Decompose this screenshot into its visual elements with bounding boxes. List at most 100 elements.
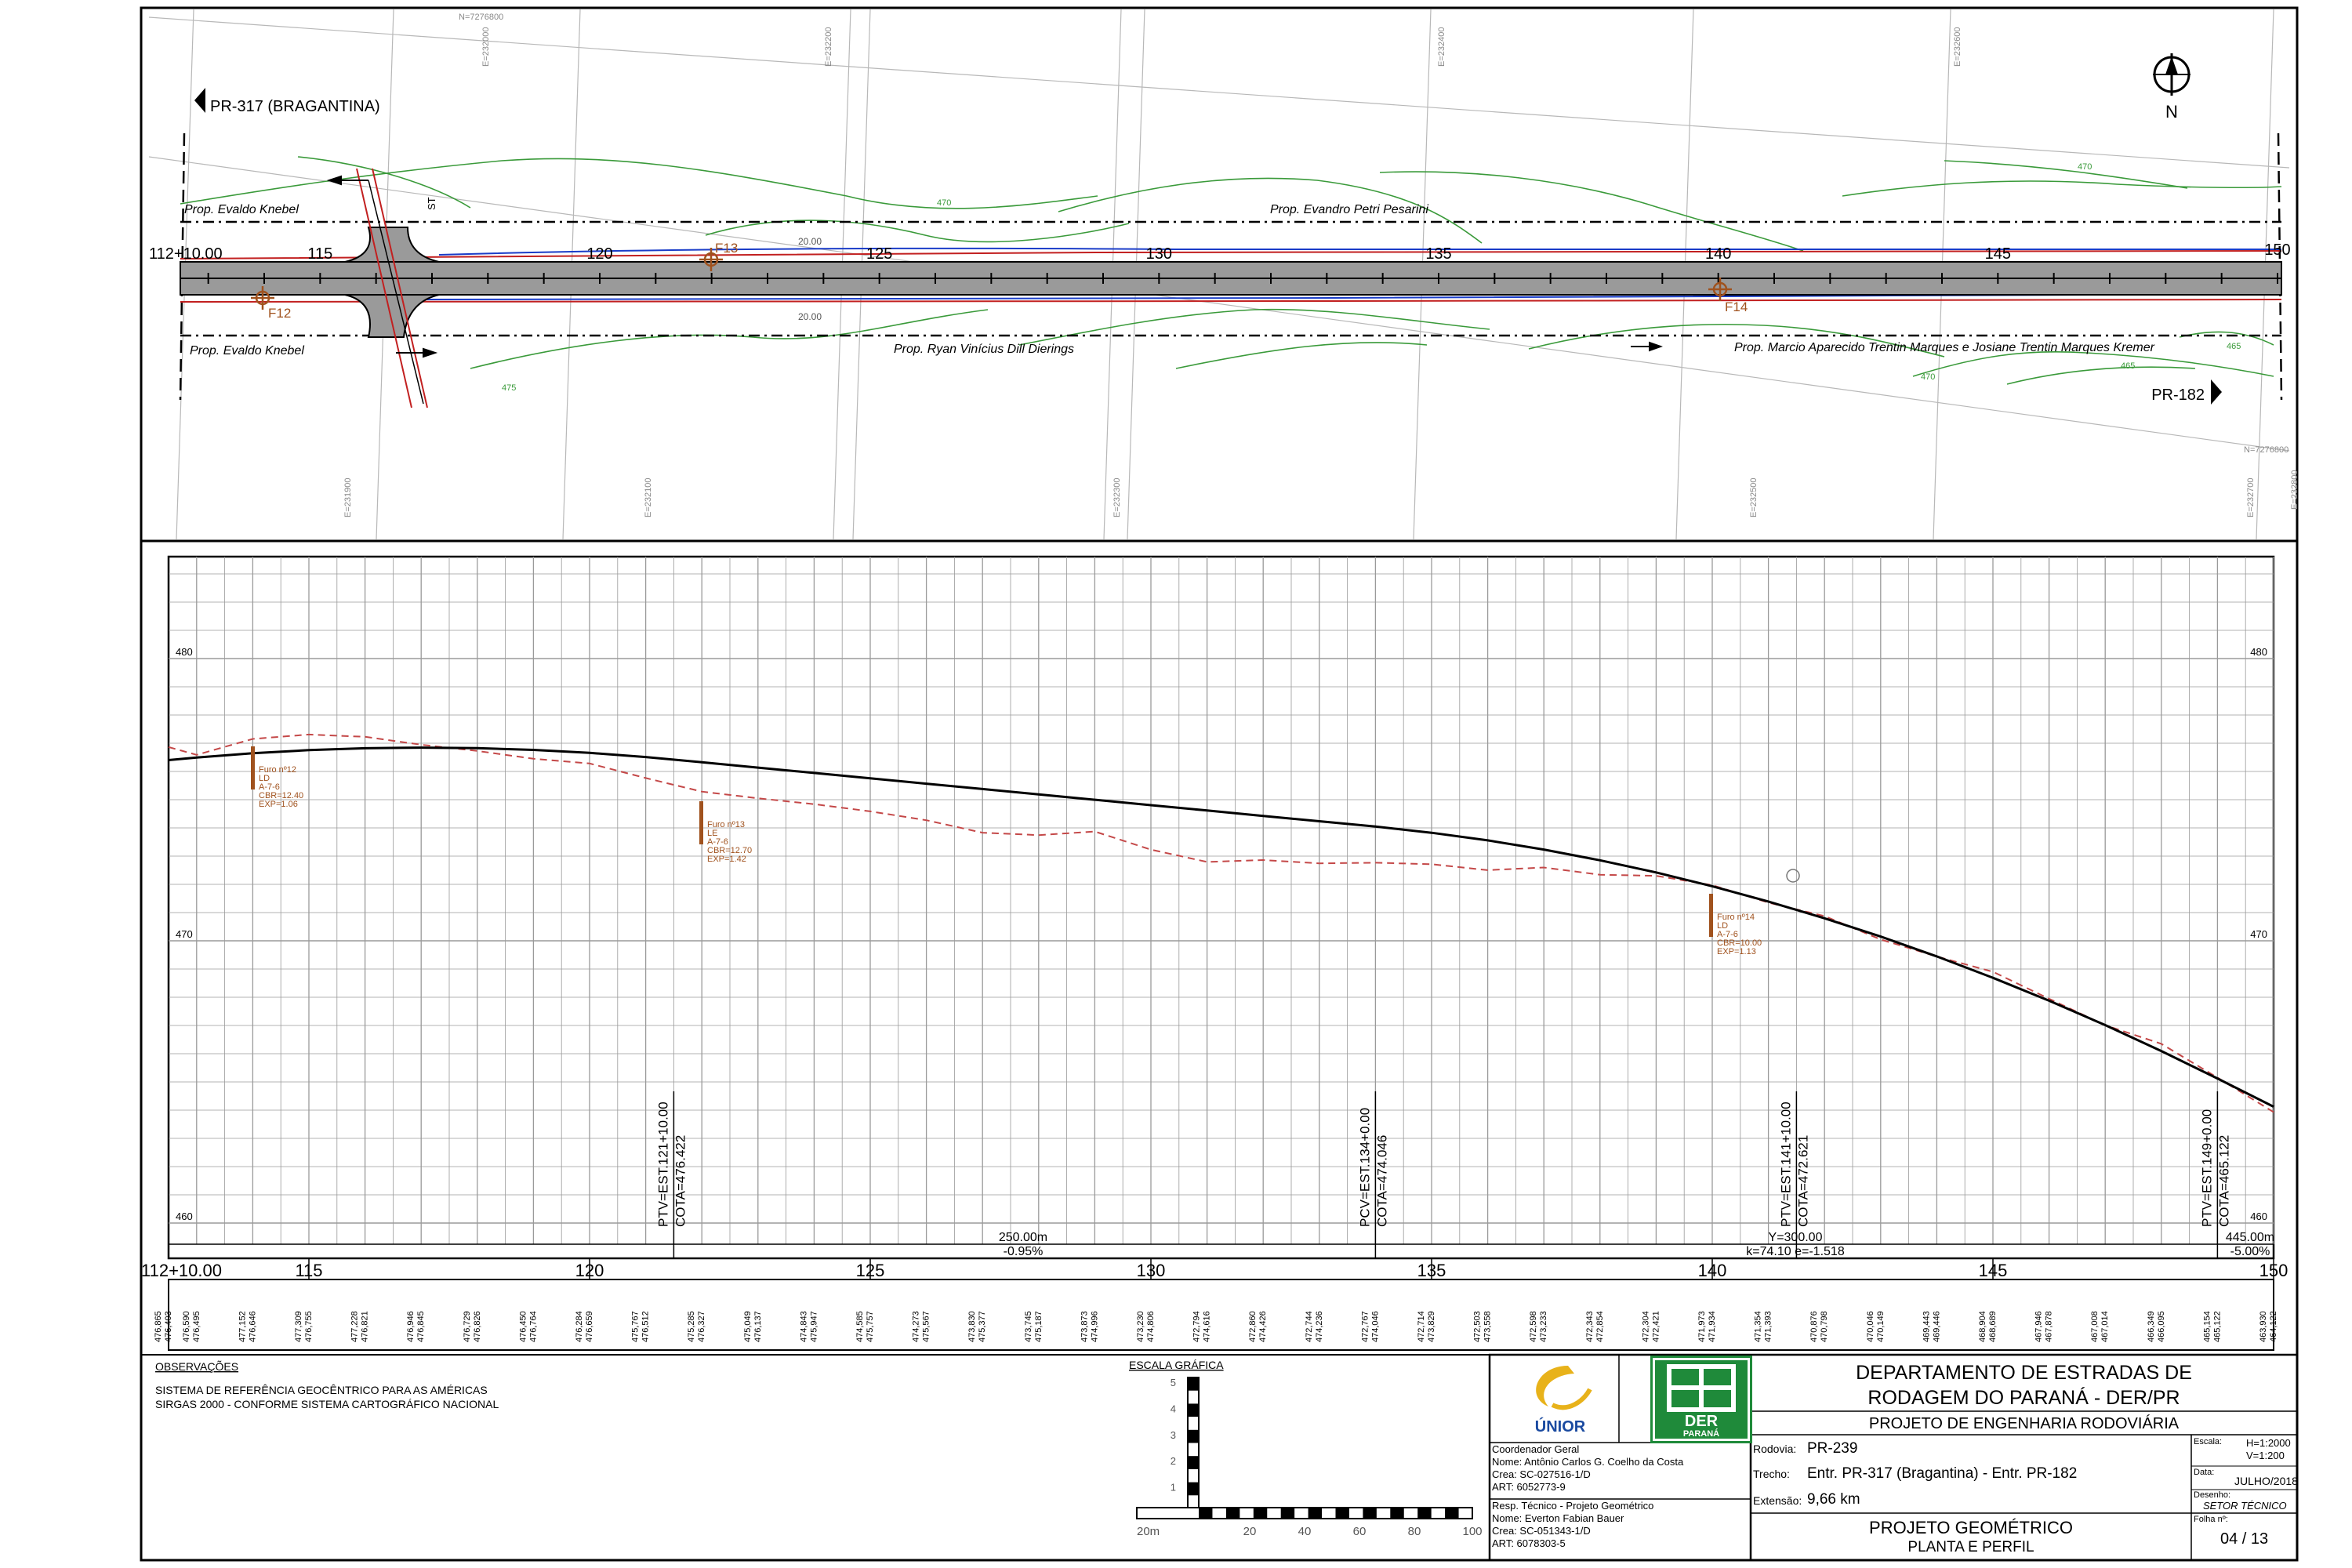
scale-title: ESCALA GRÁFICA	[1129, 1359, 1224, 1371]
plan-view: N PR-317 (BRAGANTINA) PR-182 112+10.00 1…	[148, 9, 2299, 540]
elevation-table-value: 472,860	[1248, 1311, 1258, 1342]
grid-coordinate-label: E=231900	[343, 478, 353, 517]
elevation-table-value: 474,273	[912, 1311, 921, 1342]
elevation-table-value: 476,845	[416, 1311, 426, 1342]
borehole-marker	[251, 746, 255, 789]
segment-2-grade: -5.00%	[2230, 1245, 2270, 1258]
der-logo: DER PARANÁ	[1650, 1356, 1752, 1443]
grid-coordinate-label: E=232500	[1749, 478, 1759, 517]
scale-h-label: 80	[1408, 1525, 1421, 1538]
elevation-table-value: 472,767	[1360, 1311, 1370, 1342]
profile-station-label: 112+10.00	[141, 1261, 222, 1280]
elevation-table-value: 471,393	[1764, 1311, 1773, 1342]
grid-coordinate-label: E=232300	[1112, 478, 1122, 517]
elevation-table-value: 469,446	[1932, 1311, 1941, 1342]
elevation-table-value: 476,495	[192, 1311, 201, 1342]
unior-logo-text: ÚNIOR	[1535, 1417, 1586, 1436]
elevation-table-value: 463,930	[2259, 1311, 2268, 1342]
resp-tecnico-crea: Crea: SC-051343-1/D	[1492, 1525, 1591, 1537]
borehole-f13-label: F13	[715, 241, 738, 256]
notes-title: OBSERVAÇÕES	[155, 1360, 238, 1373]
elevation-table-value: 472,503	[1473, 1311, 1483, 1342]
grid-line-n-1	[148, 16, 2290, 169]
scale-h-label: 60	[1353, 1525, 1367, 1538]
offset-label-top: 20.00	[798, 236, 822, 247]
scale-v-label: 1	[1171, 1482, 1176, 1494]
coordinator-art: ART: 6052773-9	[1492, 1481, 1566, 1493]
segment-1-grade: -0.95%	[1004, 1245, 1044, 1258]
grid-coordinate-label: E=232200	[824, 27, 833, 67]
north-label: N	[2165, 102, 2178, 122]
plan-station-label: 135	[1425, 245, 1451, 263]
elevation-table-value: 467,014	[2100, 1311, 2110, 1342]
elevation-table-value: 471,934	[1708, 1311, 1717, 1342]
elevation-label: 480	[176, 646, 193, 658]
north-arrow-icon	[2153, 53, 2190, 96]
borehole-info: EXP=1.13	[1717, 947, 1756, 956]
escala-label: Escala:	[2194, 1437, 2223, 1446]
grid-coordinate-label: E=232800	[2290, 470, 2299, 510]
elevation-table-value: 473,230	[1136, 1311, 1145, 1342]
resp-tecnico-title: Resp. Técnico - Projeto Geométrico	[1492, 1500, 1654, 1512]
profile-grid	[169, 557, 2274, 1244]
drawing-sheet: N PR-317 (BRAGANTINA) PR-182 112+10.00 1…	[140, 6, 2299, 1562]
owner-top-mid: Prop. Evandro Petri Pesarini	[1270, 203, 1428, 216]
elevation-table-value: 477,152	[238, 1311, 247, 1342]
elevation-table-value: 472,304	[1641, 1311, 1650, 1342]
owner-bottom-left: Prop. Evaldo Knebel	[190, 344, 304, 358]
elevation-table-value: 474,585	[855, 1311, 865, 1342]
survey-red-line-top	[180, 250, 2282, 260]
curve-params: k=74.10 e=-1.518	[1746, 1245, 1845, 1258]
elevation-table-value: 475,567	[922, 1311, 931, 1342]
pi-station-label: PCV=EST.134+0.00	[1357, 1108, 1372, 1227]
extensao-value: 9,66 km	[1807, 1491, 1860, 1508]
elevation-table-value: 467,008	[2090, 1311, 2100, 1342]
plan-station-label: 145	[1985, 245, 2011, 263]
elevation-table-value: 473,830	[967, 1311, 977, 1342]
segment-1-length: 250.00m	[999, 1231, 1047, 1244]
pi-station-label: PTV=EST.141+10.00	[1778, 1102, 1793, 1227]
elevation-table-value: 473,233	[1539, 1311, 1548, 1342]
elevation-table-value: 467,878	[2045, 1311, 2054, 1342]
elevation-label: 470	[176, 928, 193, 940]
elevation-table-value: 472,421	[1651, 1311, 1661, 1342]
scale-v-label: 5	[1171, 1377, 1176, 1388]
elevation-table-value: 476,865	[154, 1311, 163, 1342]
elevation-table-value: 468,689	[1988, 1311, 1998, 1342]
elevation-table-value: 465,154	[2202, 1311, 2212, 1342]
elevation-table-value: 476,755	[304, 1311, 314, 1342]
grid-coordinate-label: E=232600	[1953, 27, 1962, 67]
contour-label: 465	[2121, 361, 2135, 371]
grid-coordinate-label: E=232700	[2246, 478, 2256, 517]
elevation-label: 480	[2250, 646, 2267, 658]
profile-elevation-labels: 480 480 470 470 460 460	[176, 646, 2267, 1222]
elevation-table-value: 472,854	[1595, 1311, 1605, 1342]
pi-cota-label: COTA=472.621	[1795, 1135, 1810, 1227]
scale-h-label: 100	[1462, 1525, 1482, 1538]
elevation-table-value: 472,714	[1417, 1311, 1426, 1342]
grid-coordinate-label: E=232400	[1437, 27, 1446, 67]
der-logo-subtext: PARANÁ	[1683, 1428, 1719, 1439]
contour-label: 470	[2078, 162, 2092, 172]
elevation-table-value: 473,558	[1483, 1311, 1493, 1342]
resp-tecnico-name: Nome: Everton Fabian Bauer	[1492, 1512, 1624, 1524]
plan-station-label: 125	[866, 245, 892, 263]
contour-label: 465	[2227, 342, 2241, 351]
elevation-table-value: 476,826	[473, 1311, 482, 1342]
elevation-table-value: 476,284	[575, 1311, 584, 1342]
elevation-table-value: 474,843	[799, 1311, 808, 1342]
scale-h-label: 20m	[1137, 1525, 1160, 1538]
elevation-table-value: 476,590	[182, 1311, 191, 1342]
elevation-table-value: 472,598	[1529, 1311, 1538, 1342]
extensao-label: Extensão:	[1753, 1494, 1802, 1507]
elevation-table-value: 474,616	[1203, 1311, 1212, 1342]
elevation-table-value: 474,806	[1146, 1311, 1156, 1342]
arrow-left-icon	[194, 88, 205, 113]
org-name-line-2: RODAGEM DO PARANÁ - DER/PR	[1867, 1387, 2180, 1409]
profile-view: 480 480470 470460 460 PTV=EST.121+10.00 COTA…	[141, 555, 2288, 1351]
elevation-label: 460	[176, 1210, 193, 1222]
grid-label-n-top: N=7276800	[459, 13, 503, 22]
notes-line-2: SIRGAS 2000 - CONFORME SISTEMA CARTOGRÁF…	[155, 1398, 499, 1410]
rodovia-label: Rodovia:	[1753, 1443, 1797, 1455]
elevation-label: 470	[2250, 928, 2267, 940]
